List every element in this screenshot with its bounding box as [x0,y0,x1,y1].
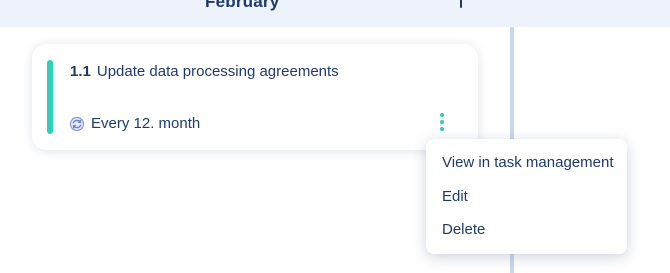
recurrence-info: Every 12. month [69,115,200,132]
menu-item-edit[interactable]: Edit [442,188,468,205]
repeat-icon [69,116,85,131]
month-header: February [0,0,670,27]
month-title: February [205,0,280,11]
task-card[interactable]: 1.1 Update data processing agreements Eve… [32,44,478,150]
menu-item-view-in-task-management[interactable]: View in task management [442,154,613,171]
task-number: 1.1 [70,63,91,80]
task-title[interactable]: 1.1 Update data processing agreements [70,63,339,80]
context-menu: View in task management Edit Delete [426,139,627,254]
task-title-text: Update data processing agreements [96,63,339,80]
status-indicator [47,60,53,134]
more-options-button[interactable] [435,112,449,132]
recurrence-text: Every 12. month [91,115,201,132]
add-task-button[interactable] [450,0,472,10]
menu-item-delete[interactable]: Delete [442,221,485,238]
